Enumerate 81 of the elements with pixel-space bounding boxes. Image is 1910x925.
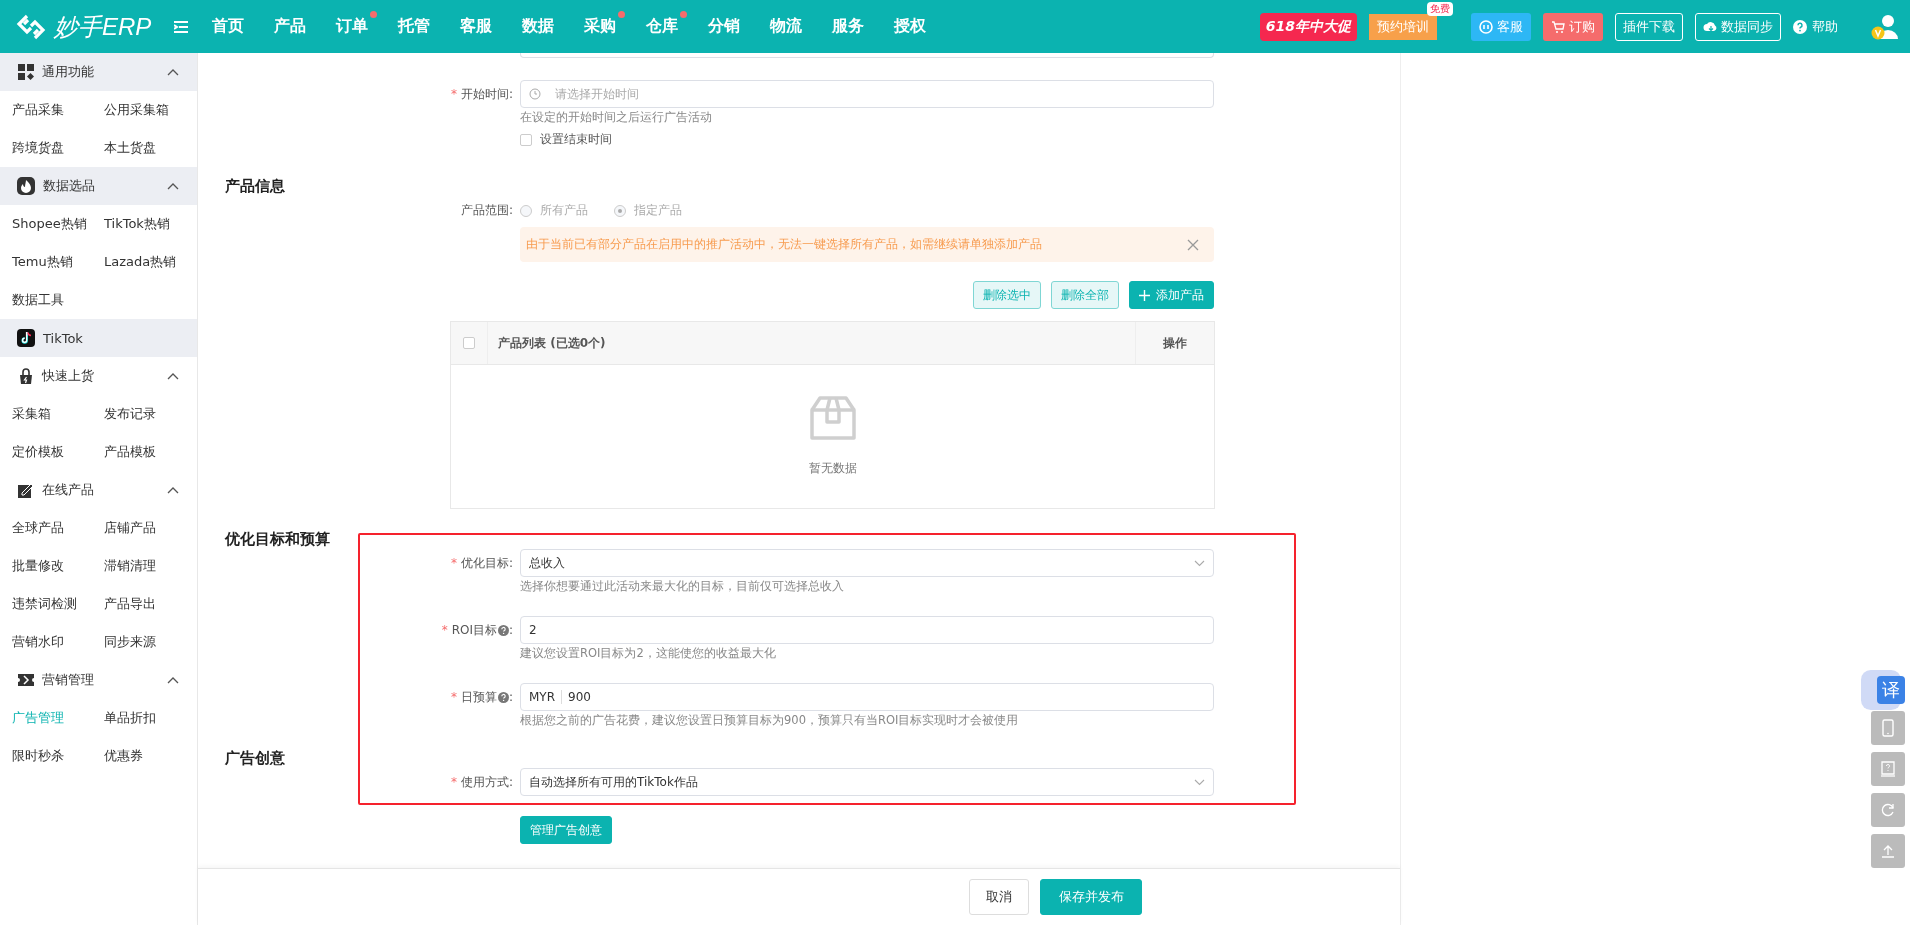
close-icon[interactable] — [1187, 238, 1199, 251]
sidebar-group-header[interactable]: 通用功能 — [0, 53, 197, 91]
dropdown-icon — [1194, 778, 1205, 786]
sidebar-item[interactable]: 限时秒杀 — [12, 737, 104, 775]
sidebar-item[interactable]: 违禁词检测 — [12, 585, 104, 623]
sidebar-item[interactable]: 优惠券 — [104, 737, 196, 775]
hint-text: 建议您设置ROI目标为2，这能使您的收益最大化 — [520, 645, 777, 661]
free-badge: 免费 — [1427, 1, 1453, 16]
sidebar-group-header[interactable]: 数据选品 — [0, 167, 197, 205]
sidebar-item[interactable]: 营销水印 — [12, 623, 104, 661]
cart-icon — [1551, 19, 1565, 34]
bag-icon — [18, 368, 34, 384]
select-field[interactable]: 自动选择所有可用的TikTok作品 — [520, 768, 1214, 796]
sidebar-group-header[interactable]: 营销管理 — [0, 661, 197, 699]
sidebar-item[interactable]: 公用采集箱 — [104, 91, 196, 129]
sidebar-item[interactable]: 产品导出 — [104, 585, 196, 623]
clock-icon — [529, 88, 541, 100]
sidebar-group-header[interactable]: 在线产品 — [0, 471, 197, 509]
headset-icon — [1479, 19, 1493, 34]
menu-icon[interactable] — [174, 20, 188, 33]
sidebar-item[interactable]: 定价模板 — [12, 433, 104, 471]
sidebar-item[interactable]: 单品折扣 — [104, 699, 196, 737]
sidebar-group-header[interactable]: 快速上货 — [0, 357, 197, 395]
sidebar-item[interactable]: 跨境货盘 — [12, 129, 104, 167]
sidebar-item[interactable]: 全球产品 — [12, 509, 104, 547]
sidebar-item[interactable]: Lazada热销 — [104, 243, 196, 281]
sidebar-item[interactable]: TikTok热销 — [104, 205, 196, 243]
empty-text: 暂无数据 — [808, 460, 857, 477]
sidebar-item[interactable]: 发布记录 — [104, 395, 196, 433]
field-label: * 优化目标: — [449, 554, 513, 572]
avatar-icon[interactable] — [1870, 12, 1900, 41]
sidebar-group-header[interactable]: TikTok — [0, 319, 197, 357]
field-label: * 使用方式: — [449, 773, 513, 791]
flame-icon — [17, 177, 35, 195]
sidebar-item[interactable]: 店铺产品 — [104, 509, 196, 547]
ticket-icon — [18, 672, 34, 688]
dropdown-icon — [1194, 559, 1205, 567]
cloud-download-icon — [1703, 19, 1717, 34]
input-field[interactable] — [520, 53, 1214, 58]
translate-button[interactable]: 译 — [1877, 676, 1905, 704]
help-icon — [497, 624, 509, 636]
field-label: * 开始时间: — [449, 85, 513, 103]
checkbox-label[interactable]: 设置结束时间 — [540, 131, 612, 148]
sidebar-item[interactable]: Temu热销 — [12, 243, 104, 281]
field-label: * ROI目标 : — [440, 621, 513, 639]
sidebar-item[interactable]: 滞销清理 — [104, 547, 196, 585]
sidebar-item[interactable]: 采集箱 — [12, 395, 104, 433]
hint-text: 根据您之前的广告花费，建议您设置日预算目标为900，预算只有当ROI目标实现时才会被使用 — [520, 712, 1020, 728]
empty-box-icon — [809, 396, 856, 440]
checkbox[interactable] — [520, 133, 532, 146]
column-header: 操作 — [1135, 322, 1214, 364]
input-field[interactable]: 2 — [520, 616, 1214, 644]
grid-icon — [18, 64, 34, 80]
help-icon — [497, 691, 509, 703]
sidebar-item[interactable]: Shopee热销 — [12, 205, 104, 243]
budget-field[interactable]: MYR 900 — [520, 683, 1214, 711]
edit-icon — [18, 482, 34, 498]
field-label: 产品范围: — [459, 202, 513, 219]
sidebar-item[interactable]: 产品采集 — [12, 91, 104, 129]
sidebar-item[interactable]: 同步来源 — [104, 623, 196, 661]
section-title: 广告创意 — [224, 748, 286, 768]
checkbox[interactable] — [463, 337, 475, 349]
help-icon — [1793, 19, 1807, 34]
sidebar-item[interactable]: 产品模板 — [104, 433, 196, 471]
section-title: 优化目标和预算 — [223, 529, 331, 549]
sidebar-item[interactable]: 本土货盘 — [104, 129, 196, 167]
promo-badge[interactable]: 618年中大促 — [1259, 12, 1357, 41]
select-field[interactable]: 总收入 — [520, 549, 1214, 577]
hint-text: 在设定的开始时间之后运行广告活动 — [520, 109, 713, 125]
sidebar-item[interactable]: 批量修改 — [12, 547, 104, 585]
tiktok-icon — [17, 329, 35, 347]
cancel-button[interactable]: 取消 — [969, 879, 1029, 915]
section-title: 产品信息 — [224, 176, 286, 196]
column-header: 产品列表 (已选0个) — [497, 334, 607, 352]
help-book-icon[interactable] — [1878, 759, 1898, 779]
sidebar-item[interactable]: 数据工具 — [12, 281, 104, 319]
hint-text: 选择你想要通过此活动来最大化的目标，目前仅可选择总收入 — [520, 578, 845, 594]
plus-icon — [1139, 289, 1150, 301]
alert-text: 由于当前已有部分产品在启用中的推广活动中，无法一键选择所有产品，如需继续请单独添加产品 — [526, 236, 1042, 253]
field-label: * 日预算 : — [449, 688, 513, 706]
currency-prefix: MYR — [529, 690, 563, 704]
